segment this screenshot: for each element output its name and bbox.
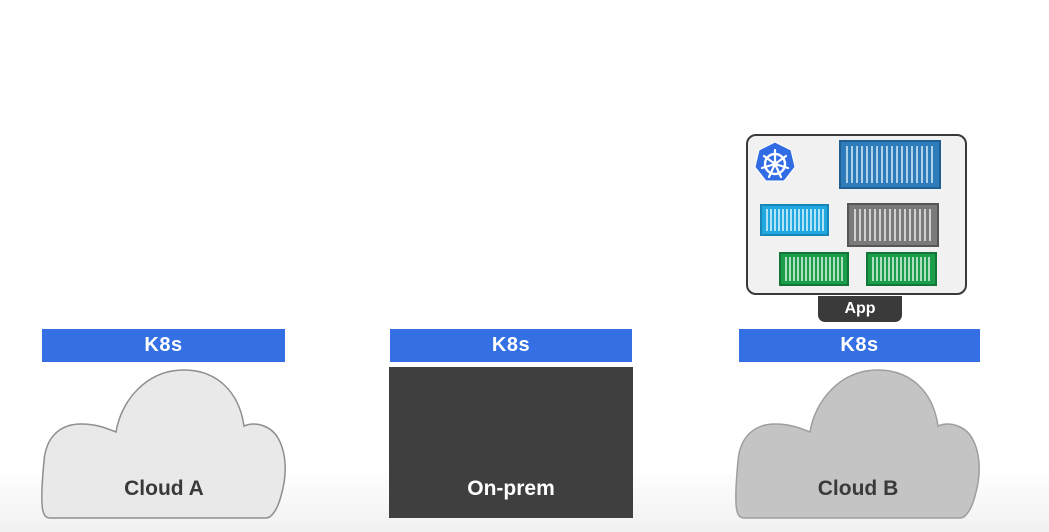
container-small-green-right — [866, 252, 937, 286]
k8s-bar-cloud-a: K8s — [42, 329, 285, 362]
cloud-b: Cloud B — [735, 366, 981, 520]
k8s-bar-on-prem: K8s — [390, 329, 632, 362]
container-large-blue — [839, 140, 941, 189]
app-label: App — [818, 296, 902, 322]
on-prem-server: On-prem — [389, 367, 633, 518]
container-small-green-left — [779, 252, 849, 286]
k8s-bar-cloud-b: K8s — [739, 329, 980, 362]
cloud-b-label: Cloud B — [817, 477, 899, 500]
cloud-a: Cloud A — [41, 366, 287, 520]
kubernetes-icon — [754, 141, 796, 182]
cloud-a-label: Cloud A — [124, 477, 204, 500]
container-small-lightblue — [760, 204, 829, 236]
on-prem-label: On-prem — [467, 477, 555, 500]
container-medium-gray — [847, 203, 939, 247]
